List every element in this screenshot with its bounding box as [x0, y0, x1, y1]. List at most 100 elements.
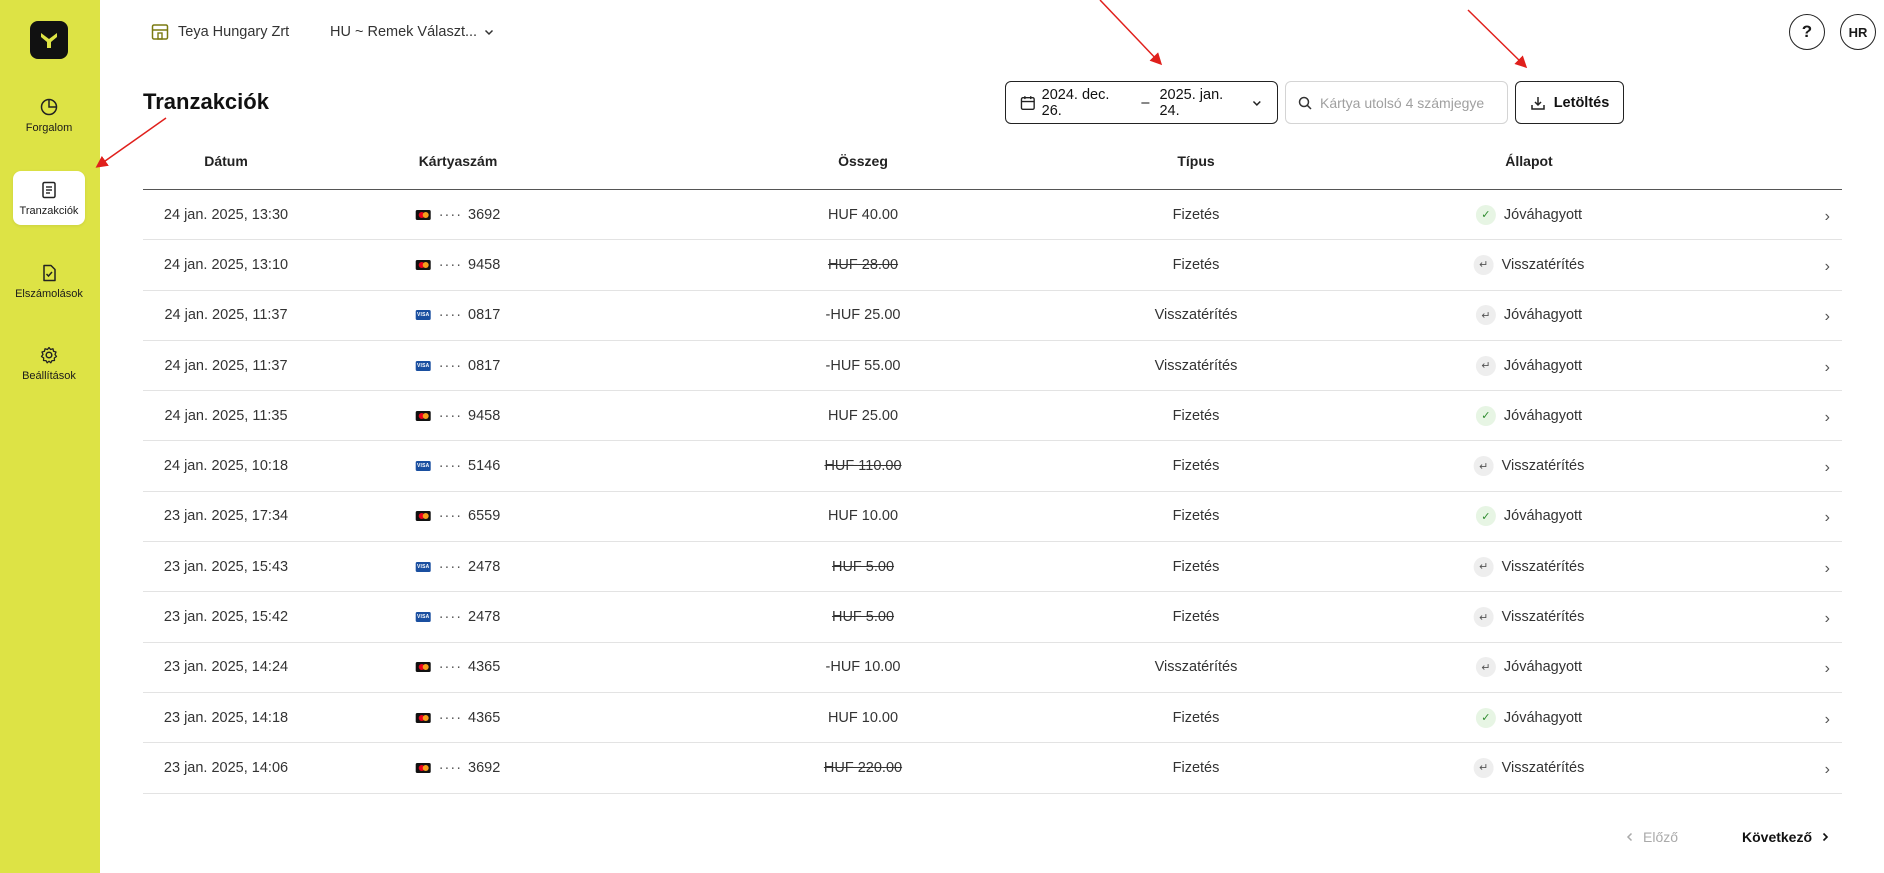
- return-arrow-icon: ↵: [1473, 556, 1494, 577]
- previous-page-label: Előző: [1643, 829, 1679, 845]
- visa-logo-text: VISA: [416, 463, 430, 470]
- card-last-four: 0817: [468, 357, 501, 374]
- chevron-right-icon[interactable]: ›: [1825, 610, 1830, 628]
- table-header: Dátum Kártyaszám Összeg Típus Állapot: [143, 139, 1842, 190]
- card-number: VISA ···· 2478: [415, 609, 501, 626]
- transaction-type: Visszatérítés: [1154, 659, 1238, 676]
- transactions-table: Dátum Kártyaszám Összeg Típus Állapot 24…: [143, 139, 1842, 794]
- chevron-right-icon[interactable]: ›: [1825, 207, 1830, 225]
- status-badge: ↵ Visszatérítés: [1473, 556, 1585, 577]
- card-mask: ····: [438, 709, 463, 726]
- column-header-date[interactable]: Dátum: [204, 153, 248, 169]
- card-last-four: 9458: [468, 256, 501, 273]
- transaction-type: Fizetés: [1172, 759, 1220, 776]
- store-selector[interactable]: HU ~ Remek Választ...: [330, 20, 495, 44]
- sidebar-item-tranzakciok[interactable]: Tranzakciók: [13, 171, 85, 225]
- card-search-input[interactable]: [1320, 94, 1490, 111]
- sidebar-item-beallitasok[interactable]: Beállítások: [13, 336, 85, 390]
- chevron-right-icon[interactable]: ›: [1825, 459, 1830, 477]
- table-row[interactable]: 23 jan. 2025, 15:42 VISA ···· 2478 HUF 5…: [143, 592, 1842, 643]
- visa-logo-text: VISA: [416, 614, 430, 621]
- sidebar-item-elszamolasok[interactable]: Elszámolások: [13, 254, 85, 308]
- chevron-right-icon[interactable]: ›: [1825, 258, 1830, 276]
- column-header-status[interactable]: Állapot: [1505, 153, 1552, 169]
- date-range-picker[interactable]: 2024. dec. 26. – 2025. jan. 24.: [1005, 81, 1278, 124]
- column-header-type[interactable]: Típus: [1177, 153, 1214, 169]
- organization-selector[interactable]: Teya Hungary Zrt: [150, 20, 289, 44]
- status-label: Visszatérítés: [1501, 558, 1585, 575]
- table-row[interactable]: 23 jan. 2025, 14:24 ···· 4365 -HUF 10.00…: [143, 643, 1842, 693]
- status-badge: ↵ Jóváhagyott: [1475, 305, 1582, 326]
- table-row[interactable]: 23 jan. 2025, 14:18 ···· 4365 HUF 10.00 …: [143, 693, 1842, 744]
- gear-icon: [40, 346, 58, 363]
- transaction-type: Fizetés: [1172, 256, 1220, 273]
- card-last-four: 5146: [468, 458, 501, 475]
- chevron-right-icon[interactable]: ›: [1825, 409, 1830, 427]
- table-row[interactable]: 24 jan. 2025, 11:35 ···· 9458 HUF 25.00 …: [143, 391, 1842, 442]
- mastercard-icon: [415, 712, 431, 723]
- chevron-down-icon: [485, 29, 494, 36]
- download-icon: [1530, 96, 1545, 110]
- sidebar-item-forgalom[interactable]: Forgalom: [13, 88, 85, 142]
- teya-logo[interactable]: [30, 21, 68, 59]
- chevron-right-icon[interactable]: ›: [1825, 358, 1830, 376]
- sidebar-item-label: Forgalom: [25, 121, 73, 134]
- help-button[interactable]: ?: [1789, 14, 1825, 50]
- table-row[interactable]: 23 jan. 2025, 17:34 ···· 6559 HUF 10.00 …: [143, 492, 1842, 543]
- card-number: ···· 3692: [415, 760, 500, 776]
- status-label: Jóváhagyott: [1503, 659, 1583, 676]
- table-row[interactable]: 24 jan. 2025, 11:37 VISA ···· 0817 -HUF …: [143, 341, 1842, 392]
- chevron-right-icon[interactable]: ›: [1825, 308, 1830, 326]
- column-header-amount[interactable]: Összeg: [838, 153, 888, 169]
- status-badge: ↵ Visszatérítés: [1473, 757, 1584, 778]
- status-label: Jóváhagyott: [1503, 206, 1583, 223]
- card-number: VISA ···· 5146: [415, 458, 501, 475]
- next-page-button[interactable]: Következő: [1742, 829, 1830, 845]
- card-mask: ····: [438, 206, 463, 223]
- chevron-right-icon[interactable]: ›: [1825, 560, 1830, 578]
- sidebar-item-label: Beállítások: [22, 369, 76, 382]
- card-last-four: 0817: [468, 307, 501, 324]
- chevron-right-icon[interactable]: ›: [1825, 710, 1830, 728]
- mastercard-icon: [415, 511, 431, 522]
- visa-icon: VISA: [415, 612, 431, 623]
- transaction-date: 23 jan. 2025, 17:34: [163, 508, 289, 525]
- transaction-type: Fizetés: [1172, 508, 1220, 525]
- previous-page-button[interactable]: Előző: [1625, 829, 1678, 845]
- transaction-amount: -HUF 55.00: [825, 357, 901, 374]
- card-number: ···· 4365: [415, 709, 501, 726]
- mastercard-icon: [415, 209, 431, 220]
- card-last-four: 9458: [468, 407, 501, 424]
- table-row[interactable]: 24 jan. 2025, 13:10 ···· 9458 HUF 28.00 …: [143, 240, 1842, 291]
- status-badge: ↵ Jóváhagyott: [1475, 657, 1583, 678]
- column-header-card[interactable]: Kártyaszám: [419, 153, 498, 169]
- chevron-right-icon[interactable]: ›: [1825, 660, 1830, 678]
- table-body: 24 jan. 2025, 13:30 ···· 3692 HUF 40.00 …: [143, 190, 1842, 794]
- card-mask: ····: [438, 609, 463, 626]
- help-label: ?: [1801, 22, 1813, 41]
- card-number: ···· 4365: [415, 659, 500, 675]
- check-icon: ✓: [1475, 405, 1496, 426]
- table-row[interactable]: 23 jan. 2025, 14:06 ···· 3692 HUF 220.00…: [143, 743, 1842, 794]
- table-row[interactable]: 24 jan. 2025, 11:37 VISA ···· 0817 -HUF …: [143, 291, 1842, 341]
- avatar[interactable]: HR: [1840, 14, 1876, 50]
- organization-name: Teya Hungary Zrt: [178, 24, 290, 40]
- chevron-right-icon[interactable]: ›: [1825, 761, 1830, 779]
- next-page-label: Következő: [1742, 829, 1813, 845]
- table-row[interactable]: 23 jan. 2025, 15:43 VISA ···· 2478 HUF 5…: [143, 542, 1842, 593]
- card-last-four: 2478: [468, 609, 501, 626]
- card-last-four: 4365: [468, 709, 501, 726]
- download-button[interactable]: Letöltés: [1515, 81, 1624, 124]
- check-icon: ✓: [1475, 506, 1496, 527]
- status-badge: ↵ Jóváhagyott: [1475, 355, 1582, 376]
- status-label: Jóváhagyott: [1503, 508, 1583, 525]
- table-row[interactable]: 24 jan. 2025, 13:30 ···· 3692 HUF 40.00 …: [143, 190, 1842, 241]
- mastercard-icon: [415, 762, 431, 773]
- chevron-left-icon: [1626, 832, 1633, 842]
- mastercard-icon: [415, 410, 431, 421]
- transaction-date: 24 jan. 2025, 11:37: [164, 357, 288, 374]
- table-row[interactable]: 24 jan. 2025, 10:18 VISA ···· 5146 HUF 1…: [143, 441, 1842, 492]
- chevron-right-icon[interactable]: ›: [1825, 509, 1830, 527]
- annotation-arrow-download: [1467, 9, 1528, 69]
- transaction-date: 23 jan. 2025, 15:43: [163, 558, 289, 575]
